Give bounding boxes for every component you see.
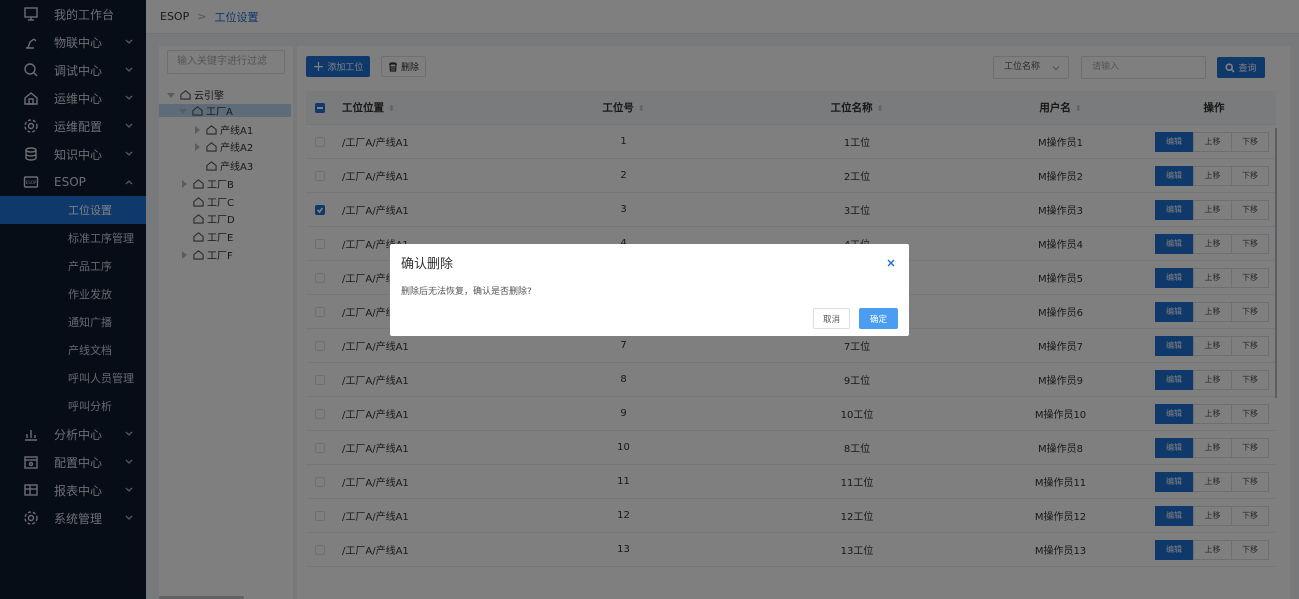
close-icon[interactable] [887,256,897,267]
dialog-message: 删除后无法恢复，确认是否删除? [401,287,532,297]
confirm-delete-dialog: 确认删除 删除后无法恢复，确认是否删除? 取消 确定 [390,244,909,336]
confirm-button[interactable]: 确定 [859,308,898,329]
cancel-button[interactable]: 取消 [813,308,850,329]
dialog-title: 确认删除 [401,257,454,272]
